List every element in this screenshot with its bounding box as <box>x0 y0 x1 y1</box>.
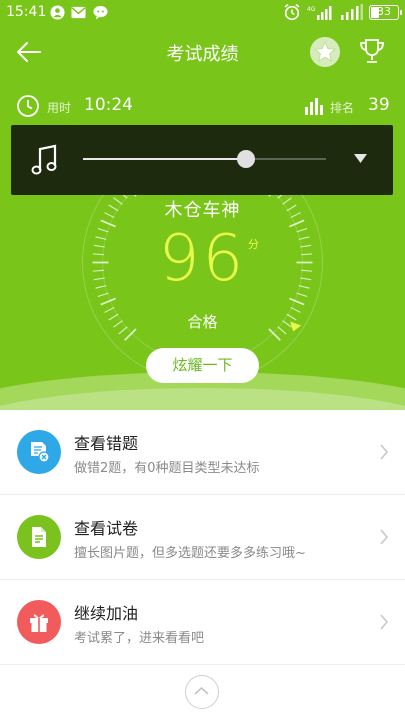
list-item-title: 继续加油 <box>74 604 139 623</box>
status-right: 4G 33 <box>283 3 402 21</box>
music-note-icon[interactable] <box>31 144 59 176</box>
rank-label: 排名 <box>330 101 355 115</box>
list-item-title: 查看试卷 <box>74 519 139 538</box>
error-list-glyph <box>31 442 50 463</box>
svg-text:4G: 4G <box>307 6 316 13</box>
chevron-right-icon <box>380 444 389 460</box>
battery-icon: 33 <box>369 4 402 20</box>
list-item-subtitle: 考试累了，进来看看吧 <box>74 631 205 646</box>
info-bar: 用时 10:24 排名 39 <box>0 94 405 120</box>
time-value: 10:24 <box>84 95 133 115</box>
status-time: 15:41 <box>6 4 47 20</box>
signal-icon-2 <box>341 4 363 20</box>
gift-icon <box>17 600 61 644</box>
seek-bar[interactable] <box>83 150 326 168</box>
list-item-view-paper[interactable]: 查看试卷 擅长图片题，但多选题还要多多练习哦~ <box>0 495 405 580</box>
list-item-subtitle: 擅长图片题，但多选题还要多多练习哦~ <box>74 546 306 561</box>
list-item-subtitle: 做错2题，有0种题目类型未达标 <box>74 461 260 476</box>
error-list-icon <box>17 430 61 474</box>
document-icon <box>17 515 61 559</box>
gauge-tick <box>100 297 116 306</box>
seek-progress <box>83 158 246 160</box>
signal-icon: 4G <box>307 6 332 20</box>
top-bar: 考试成绩 <box>0 26 405 78</box>
score-value: 96 <box>158 222 247 296</box>
mail-icon <box>71 6 86 19</box>
clock-icon <box>17 95 39 117</box>
chevron-right-icon <box>380 529 389 545</box>
dropdown-arrow-icon[interactable] <box>354 154 367 163</box>
pass-status: 合格 <box>187 313 218 331</box>
list-item-title: 查看错题 <box>74 434 139 453</box>
trophy-icon[interactable] <box>357 36 387 66</box>
battery-level: 33 <box>377 4 391 18</box>
alarm-icon <box>284 3 300 21</box>
chevron-right-icon <box>380 614 389 630</box>
gift-glyph <box>30 614 48 632</box>
document-glyph <box>32 527 46 547</box>
chevron-up-icon <box>194 686 209 695</box>
star-icon <box>314 41 336 62</box>
bar-chart-icon <box>305 98 323 115</box>
list-item-wrong-answers[interactable]: 查看错题 做错2题，有0种题目类型未达标 <box>0 410 405 495</box>
list-item-keep-going[interactable]: 继续加油 考试累了，进来看看吧 <box>0 580 405 665</box>
profile-icon <box>50 5 65 20</box>
media-player <box>11 125 393 195</box>
seek-thumb[interactable] <box>236 150 255 168</box>
page-title: 考试成绩 <box>166 44 239 65</box>
score-unit: 分 <box>248 238 259 251</box>
score-title: 木仓车神 <box>164 200 241 221</box>
rank-value: 39 <box>368 95 390 115</box>
favorite-button[interactable] <box>310 37 340 67</box>
time-label: 用时 <box>47 101 72 115</box>
scroll-up-button[interactable] <box>185 675 219 709</box>
share-button[interactable]: 炫耀一下 <box>146 348 259 383</box>
chat-icon <box>93 5 108 20</box>
status-bar: 15:41 4G 33 <box>0 0 405 26</box>
gauge-tick <box>289 297 305 306</box>
